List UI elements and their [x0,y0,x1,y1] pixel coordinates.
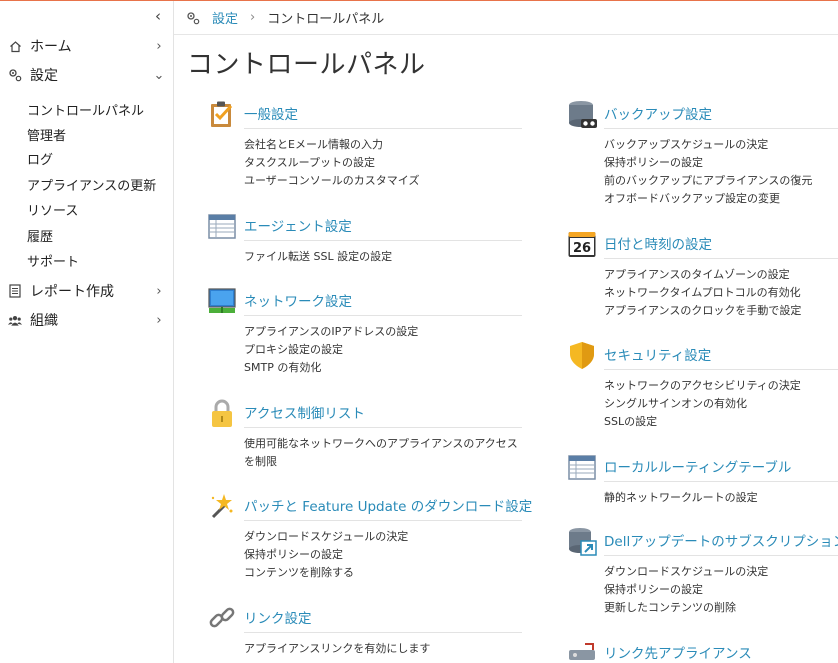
section-link[interactable]: コンテンツを削除する [244,564,408,582]
sidebar-item-organizations[interactable]: 組織 › [0,307,174,333]
section-link[interactable]: ダウンロードスケジュールの決定 [244,528,408,546]
section-link[interactable]: ファイル転送 SSL 設定の設定 [244,248,392,266]
gears-icon [186,11,200,25]
section-link[interactable]: 使用可能なネットワークへのアプライアンスのアクセス [244,435,518,453]
report-icon [8,284,22,298]
section-link[interactable]: 保持ポリシーの設定 [244,546,408,564]
backup-drive-icon [567,99,597,129]
link-icon [207,603,237,633]
section-link[interactable]: アプライアンスのIPアドレスの設定 [244,323,418,341]
divider [604,258,838,259]
section-link[interactable]: SSLの設定 [604,413,801,431]
sidebar-item-reporting[interactable]: レポート作成 › [0,278,174,304]
linked-appliances-link[interactable]: リンク先アプライアンス [604,642,752,662]
section-link[interactable]: ネットワークのアクセシビリティの決定 [604,377,801,395]
routing-table-icon [567,452,597,482]
sidebar-subitem-support[interactable]: サポート [27,252,79,274]
divider [604,481,838,482]
section-link[interactable]: タスクスループットの設定 [244,154,419,172]
calendar-day: 26 [573,241,591,256]
section-link[interactable]: プロキシ設定の設定 [244,341,418,359]
linked-appliance-icon [567,638,597,663]
sidebar-subitem-history[interactable]: 履歴 [27,227,53,249]
users-icon [8,313,22,327]
calendar-icon: 26 [567,229,597,259]
sidebar-item-label: 設定 [30,68,58,84]
section-link[interactable]: バックアップスケジュールの決定 [604,136,812,154]
padlock-icon [207,398,237,428]
divider [244,520,522,521]
section-link[interactable]: 保持ポリシーの設定 [604,154,812,172]
chevron-right-icon: › [156,38,162,54]
divider [244,427,522,428]
sidebar-item-settings[interactable]: 設定 ⌄ [0,62,174,88]
home-icon [8,39,22,53]
divider [604,369,838,370]
page-title: コントロールパネル [187,50,426,80]
section-link[interactable]: 保持ポリシーの設定 [604,581,768,599]
breadcrumb-separator: › [250,10,256,25]
section-link[interactable]: ダウンロードスケジュールの決定 [604,563,768,581]
section-link[interactable]: を制限 [244,453,518,471]
table-icon [207,211,237,241]
section-link[interactable]: ユーザーコンソールのカスタマイズ [244,172,419,190]
chevron-right-icon: › [156,312,162,328]
breadcrumb-settings-link[interactable]: 設定 [212,8,238,27]
chevron-right-icon: › [156,283,162,299]
section-link[interactable]: アプライアンスリンクを有効にします [244,640,430,658]
divider [244,128,522,129]
dell-updates-subscription-link[interactable]: Dellアップデートのサブスクリプション [604,530,838,550]
section-link[interactable]: ネットワークタイムプロトコルの有効化 [604,284,801,302]
linking-settings-link[interactable]: リンク設定 [244,607,312,627]
section-link[interactable]: 前のバックアップにアプライアンスの復元 [604,172,812,190]
divider [604,555,838,556]
sidebar: ‹ ホーム › 設定 ⌄ コントロールパネル 管理者 ログ アプライアンスの更新… [0,1,174,663]
section-link[interactable]: シングルサインオンの有効化 [604,395,801,413]
collapse-sidebar-button[interactable]: ‹ [155,7,169,25]
security-settings-link[interactable]: セキュリティ設定 [604,344,711,364]
date-time-settings-link[interactable]: 日付と時刻の設定 [604,233,712,253]
divider [604,128,838,129]
sidebar-subitem-resources[interactable]: リソース [27,201,78,223]
local-routing-table-link[interactable]: ローカルルーティングテーブル [604,456,791,476]
chevron-down-icon: ⌄ [153,67,165,83]
sidebar-item-label: 組織 [30,313,58,329]
magic-wand-icon [207,491,237,521]
sidebar-item-label: レポート作成 [30,284,114,300]
agent-settings-link[interactable]: エージェント設定 [244,215,352,235]
database-update-icon [567,526,597,556]
section-link[interactable]: SMTP の有効化 [244,359,418,377]
section-link[interactable]: 更新したコンテンツの削除 [604,599,768,617]
divider [244,240,522,241]
sidebar-item-label: ホーム [30,39,72,55]
section-link[interactable]: アプライアンスのクロックを手動で設定 [604,302,801,320]
access-control-list-link[interactable]: アクセス制御リスト [244,402,365,422]
sidebar-subitem-appliance-updates[interactable]: アプライアンスの更新 [27,176,156,198]
breadcrumb: 設定 › コントロールパネル [174,1,838,35]
clipboard-check-icon [207,99,237,129]
section-link[interactable]: アプライアンスのタイムゾーンの設定 [604,266,801,284]
section-link[interactable]: 静的ネットワークルートの設定 [604,489,758,507]
divider [244,632,522,633]
monitor-network-icon [207,286,237,316]
divider [244,315,522,316]
sidebar-subitem-logs[interactable]: ログ [27,150,53,172]
network-settings-link[interactable]: ネットワーク設定 [244,290,352,310]
sidebar-subitem-administrators[interactable]: 管理者 [27,126,66,148]
shield-icon [567,340,597,370]
backup-settings-link[interactable]: バックアップ設定 [604,103,712,123]
section-link[interactable]: 会社名とEメール情報の入力 [244,136,419,154]
patch-download-settings-link[interactable]: パッチと Feature Update のダウンロード設定 [244,495,532,515]
sidebar-item-home[interactable]: ホーム › [0,33,174,59]
breadcrumb-current: コントロールパネル [267,12,385,27]
gears-icon [8,68,22,82]
section-link[interactable]: オフボードバックアップ設定の変更 [604,190,812,208]
general-settings-link[interactable]: 一般設定 [244,103,298,123]
sidebar-subitem-control-panel[interactable]: コントロールパネル [27,101,144,123]
